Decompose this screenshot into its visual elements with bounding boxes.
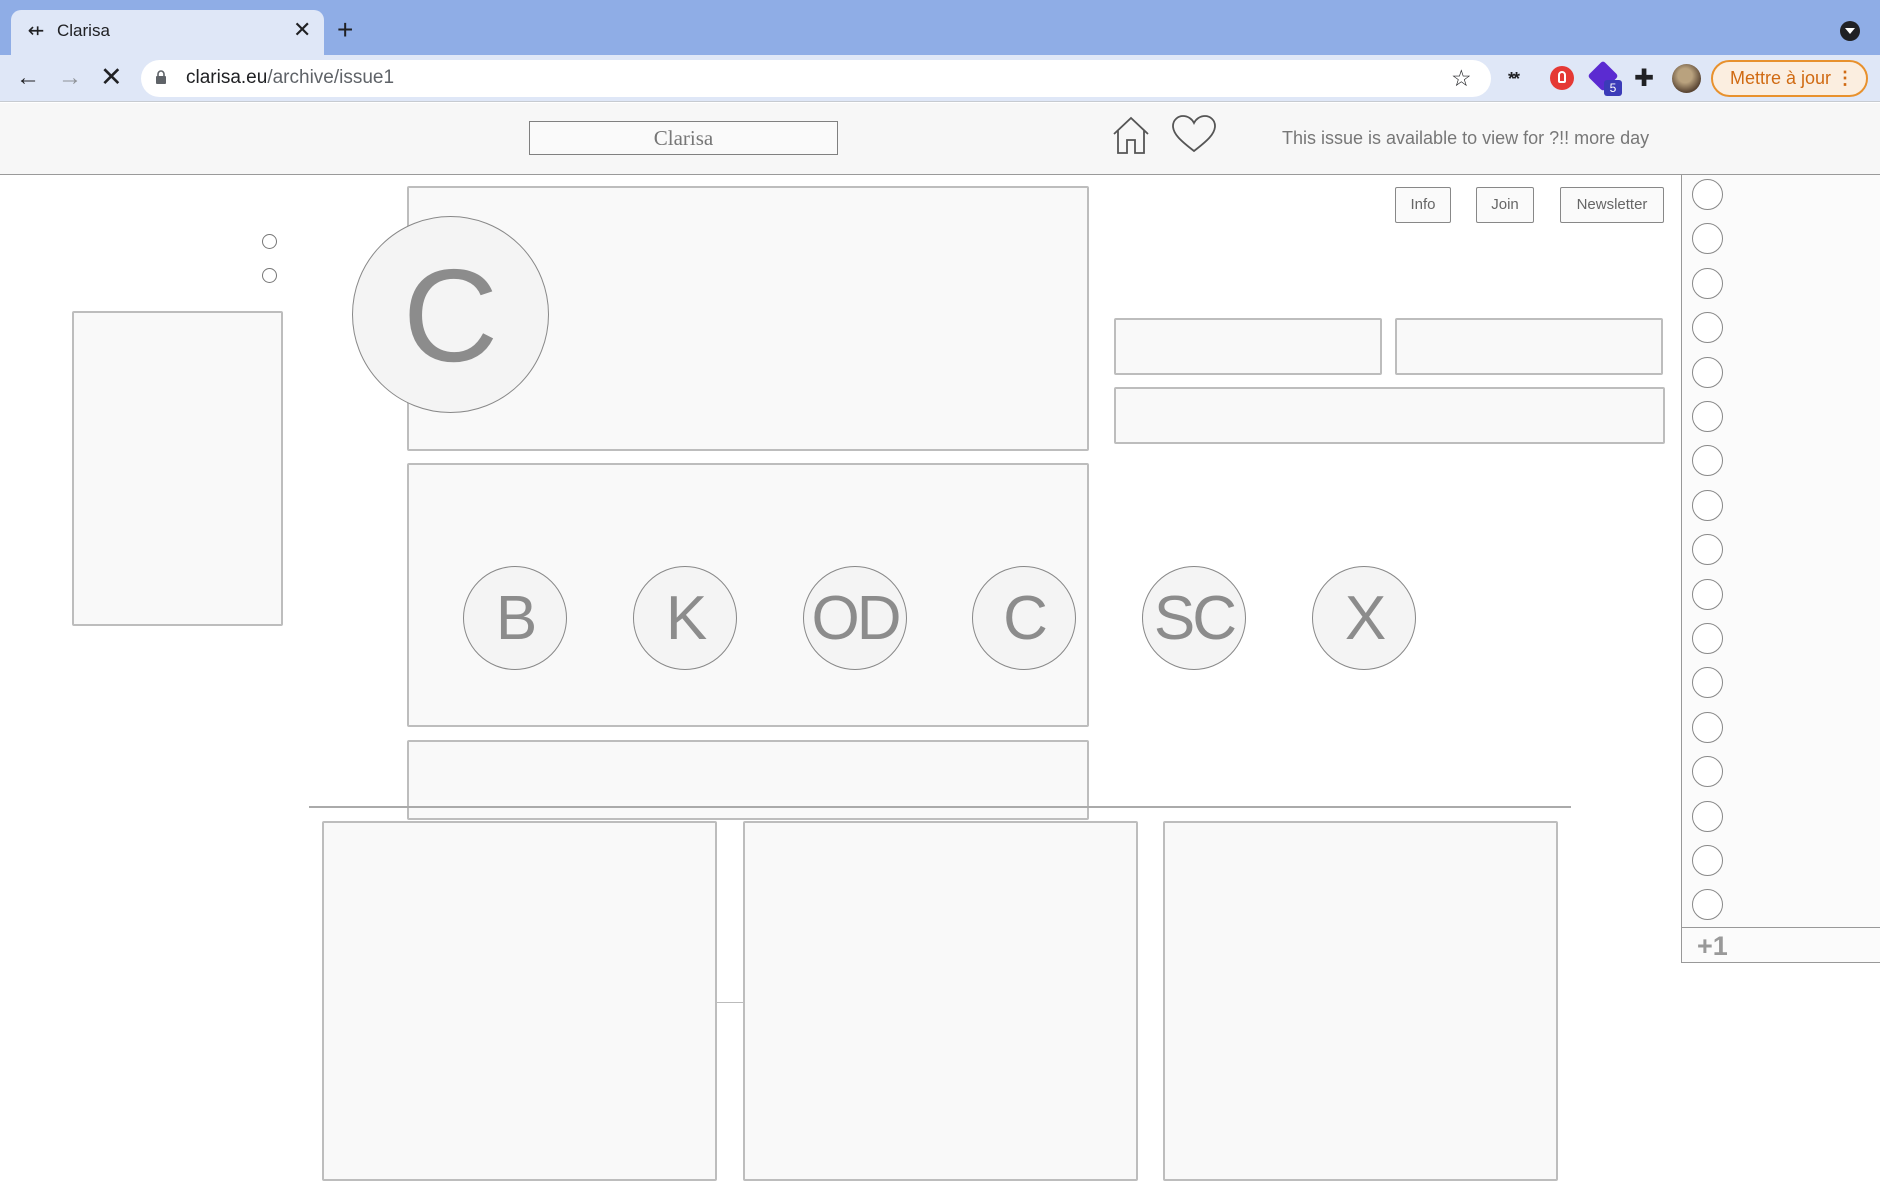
category-circle[interactable]: SC [1142, 566, 1246, 670]
form-field-placeholder[interactable] [1395, 318, 1663, 375]
home-icon[interactable] [1112, 115, 1150, 155]
browser-tab[interactable]: ⇷ Clarisa ✕ [11, 10, 324, 55]
profile-avatar[interactable] [1672, 64, 1701, 93]
category-circle[interactable]: OD [803, 566, 907, 670]
form-field-placeholder[interactable] [1114, 318, 1382, 375]
sidebar-item[interactable] [1692, 179, 1723, 210]
toggle-dot[interactable] [262, 234, 277, 249]
extension-badge: 5 [1604, 80, 1622, 96]
url-path: /archive/issue1 [267, 67, 395, 88]
bookmark-star-icon[interactable]: ☆ [1451, 65, 1472, 92]
availability-notice: This issue is available to view for ?!! … [1282, 128, 1650, 148]
sidebar-item[interactable] [1692, 223, 1723, 254]
article-card[interactable] [322, 821, 717, 1181]
sidebar-item[interactable] [1692, 712, 1723, 743]
sidebar-item[interactable] [1692, 445, 1723, 476]
sidebar-item[interactable] [1692, 845, 1723, 876]
content-panel [407, 740, 1089, 820]
browser-toolbar: ← → ✕ clarisa.eu/archive/issue1 ☆ ** 5 ✚… [0, 55, 1880, 102]
newsletter-button[interactable]: Newsletter [1560, 187, 1664, 223]
heart-icon[interactable] [1171, 114, 1217, 154]
category-circle[interactable]: B [463, 566, 567, 670]
extension-adblock-icon[interactable] [1550, 66, 1574, 90]
sidebar-item[interactable] [1692, 357, 1723, 388]
site-title[interactable]: Clarisa [529, 121, 838, 155]
category-circle[interactable]: C [972, 566, 1076, 670]
right-sidebar: +1 [1681, 175, 1880, 963]
join-button[interactable]: Join [1476, 187, 1534, 223]
article-card[interactable] [743, 821, 1138, 1181]
form-field-placeholder[interactable] [1114, 387, 1665, 444]
site-header: Clarisa This issue is available to view … [0, 103, 1880, 175]
address-bar[interactable]: clarisa.eu/archive/issue1 ☆ [141, 60, 1491, 97]
back-arrow-icon[interactable]: ← [16, 66, 40, 90]
sidebar-item[interactable] [1692, 401, 1723, 432]
browser-tab-strip: ⇷ Clarisa ✕ + [0, 0, 1880, 55]
kebab-menu-icon[interactable]: ⋮ [1836, 62, 1854, 95]
new-tab-button[interactable]: + [337, 16, 353, 44]
more-count[interactable]: +1 [1697, 931, 1728, 962]
url-text[interactable]: clarisa.eu/archive/issue1 [186, 67, 394, 89]
category-circle[interactable]: K [633, 566, 737, 670]
category-circle[interactable]: X [1312, 566, 1416, 670]
extension-asterisk-icon[interactable]: ** [1508, 69, 1520, 90]
sidebar-item[interactable] [1692, 312, 1723, 343]
info-button[interactable]: Info [1395, 187, 1451, 223]
section-divider [309, 806, 1571, 808]
sidebar-item[interactable] [1692, 534, 1723, 565]
toggle-dot[interactable] [262, 268, 277, 283]
tab-title: Clarisa [57, 21, 110, 40]
update-button-label: Mettre à jour [1730, 68, 1832, 88]
sidebar-item[interactable] [1692, 801, 1723, 832]
issue-logo: C [352, 216, 549, 413]
card-connector [717, 1002, 743, 1003]
stop-loading-icon[interactable]: ✕ [100, 64, 123, 91]
url-host: clarisa.eu [186, 67, 268, 88]
sidebar-footer: +1 [1682, 927, 1880, 963]
article-card[interactable] [1163, 821, 1558, 1181]
sidebar-item[interactable] [1692, 667, 1723, 698]
extensions-puzzle-icon[interactable]: ✚ [1634, 64, 1654, 93]
tab-search-icon[interactable] [1840, 21, 1860, 41]
sidebar-item[interactable] [1692, 579, 1723, 610]
lock-icon [156, 70, 166, 84]
left-card-placeholder [72, 311, 283, 626]
sidebar-item[interactable] [1692, 889, 1723, 920]
update-browser-button[interactable]: Mettre à jour ⋮ [1711, 60, 1868, 97]
sidebar-item[interactable] [1692, 756, 1723, 787]
sidebar-item[interactable] [1692, 623, 1723, 654]
sidebar-item[interactable] [1692, 490, 1723, 521]
tab-close-icon[interactable]: ✕ [293, 18, 311, 42]
site-favicon-icon: ⇷ [27, 20, 45, 42]
forward-arrow-icon[interactable]: → [58, 66, 82, 90]
sidebar-item[interactable] [1692, 268, 1723, 299]
